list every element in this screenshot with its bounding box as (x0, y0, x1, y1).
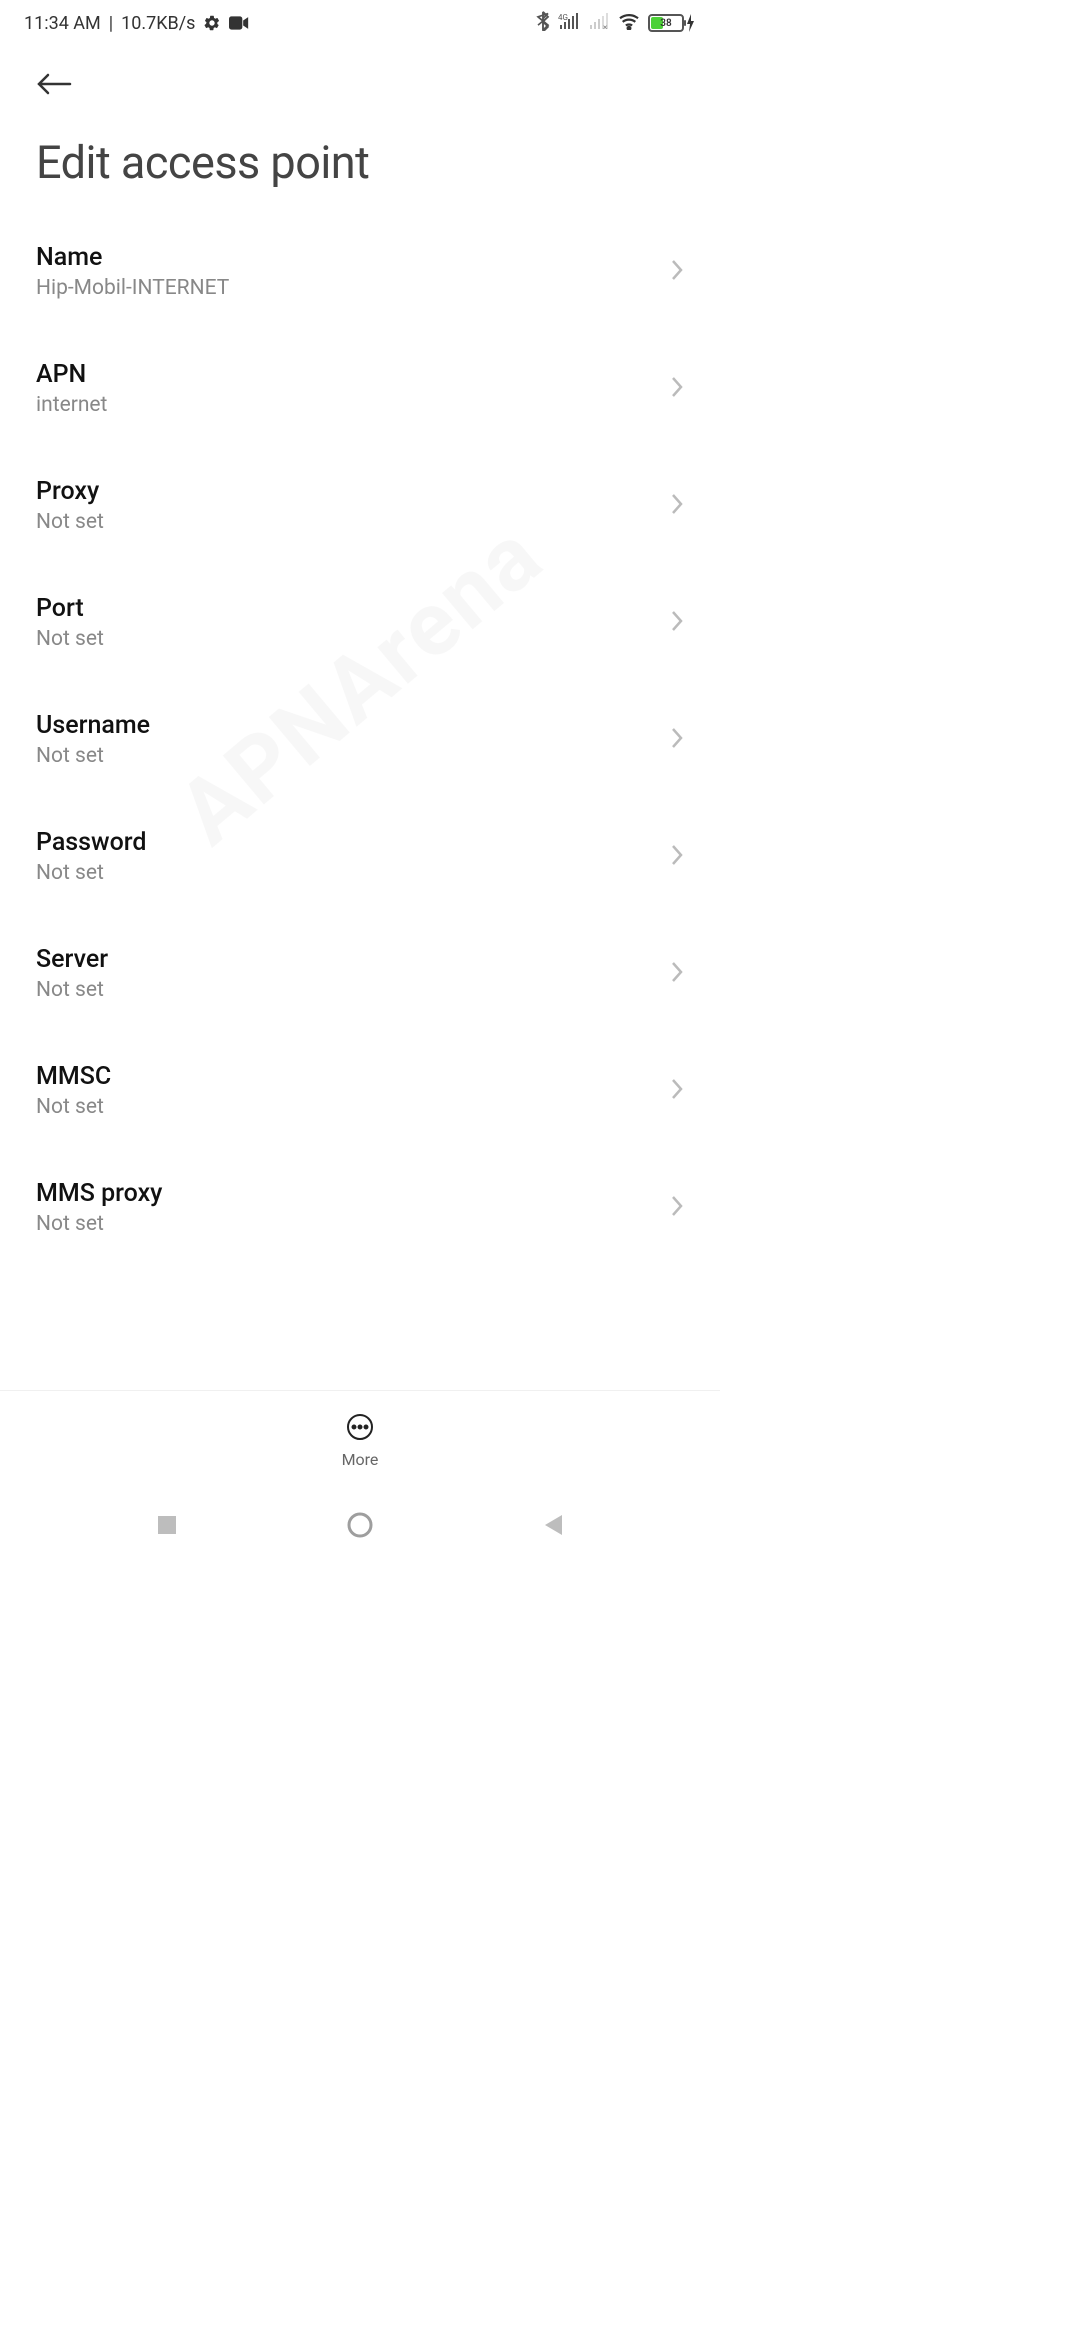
setting-server[interactable]: Server Not set (0, 915, 720, 1032)
status-time: 11:34 AM (24, 13, 101, 34)
chevron-right-icon (670, 258, 684, 286)
nav-recent-button[interactable] (150, 1508, 184, 1542)
setting-port[interactable]: Port Not set (0, 564, 720, 681)
nav-home-button[interactable] (343, 1508, 377, 1542)
setting-label: Proxy (36, 477, 104, 506)
setting-label: Username (36, 711, 150, 740)
chevron-right-icon (670, 960, 684, 988)
status-divider: | (109, 13, 113, 34)
status-netspeed: 10.7KB/s (121, 13, 195, 34)
bluetooth-icon (536, 11, 550, 36)
nav-back-button[interactable] (536, 1508, 570, 1542)
setting-label: MMS proxy (36, 1179, 162, 1208)
chevron-right-icon (670, 726, 684, 754)
svg-text:4G: 4G (558, 13, 568, 22)
setting-mms-proxy[interactable]: MMS proxy Not set (0, 1149, 720, 1266)
chevron-right-icon (670, 1194, 684, 1222)
bottom-action-bar: More (0, 1390, 720, 1490)
page-title: Edit access point (0, 106, 720, 213)
setting-value: Hip-Mobil-INTERNET (36, 276, 229, 300)
navigation-bar (0, 1490, 720, 1560)
wifi-icon (618, 12, 640, 35)
signal-sim2-icon: × (588, 12, 610, 35)
camera-icon (229, 16, 249, 30)
setting-label: Password (36, 828, 146, 857)
setting-username[interactable]: Username Not set (0, 681, 720, 798)
header (0, 46, 720, 106)
more-icon (345, 1412, 375, 1446)
gear-icon (203, 14, 221, 32)
status-bar-right: 4G × 38 (536, 11, 696, 36)
setting-value: Not set (36, 1095, 111, 1119)
back-button[interactable] (32, 62, 76, 106)
chevron-right-icon (670, 492, 684, 520)
setting-name[interactable]: Name Hip-Mobil-INTERNET (0, 213, 720, 330)
setting-apn[interactable]: APN internet (0, 330, 720, 447)
setting-value: Not set (36, 627, 104, 651)
setting-mmsc[interactable]: MMSC Not set (0, 1032, 720, 1149)
setting-label: APN (36, 360, 107, 389)
setting-value: Not set (36, 744, 150, 768)
setting-password[interactable]: Password Not set (0, 798, 720, 915)
status-bar: 11:34 AM | 10.7KB/s 4G × 38 (0, 0, 720, 46)
more-label: More (342, 1450, 379, 1469)
setting-label: MMSC (36, 1062, 111, 1091)
setting-value: Not set (36, 861, 146, 885)
status-bar-left: 11:34 AM | 10.7KB/s (24, 13, 249, 34)
svg-text:×: × (603, 23, 607, 30)
setting-value: Not set (36, 510, 104, 534)
setting-value: Not set (36, 1212, 162, 1236)
battery-icon: 38 (648, 14, 696, 32)
setting-value: internet (36, 393, 107, 417)
setting-label: Name (36, 243, 229, 272)
setting-label: Server (36, 945, 108, 974)
chevron-right-icon (670, 1077, 684, 1105)
setting-label: Port (36, 594, 104, 623)
signal-4g-icon: 4G (558, 12, 580, 35)
settings-list[interactable]: APNArena Name Hip-Mobil-INTERNET APN int… (0, 213, 720, 1390)
chevron-right-icon (670, 375, 684, 403)
setting-proxy[interactable]: Proxy Not set (0, 447, 720, 564)
chevron-right-icon (670, 843, 684, 871)
more-button[interactable]: More (342, 1412, 379, 1469)
chevron-right-icon (670, 609, 684, 637)
setting-value: Not set (36, 978, 108, 1002)
